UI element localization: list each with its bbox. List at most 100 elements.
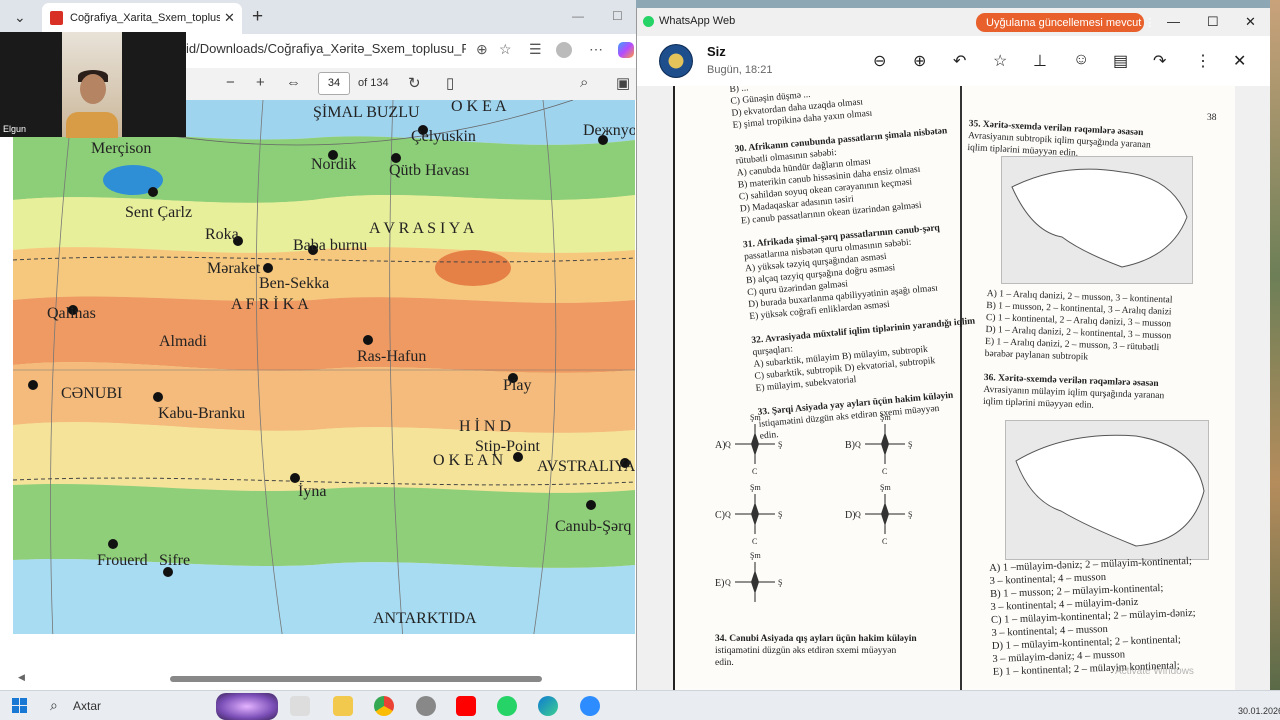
favorites-list-icon[interactable]: ☰ xyxy=(529,41,542,58)
map-label: Canub-Şərq xyxy=(555,518,632,535)
wind-rose-option: E)ŞmQŞC xyxy=(715,551,782,602)
avatar[interactable] xyxy=(659,44,693,78)
forward-icon[interactable]: ↷ xyxy=(1153,51,1166,71)
map-label: İyna xyxy=(298,483,327,500)
whatsapp-titlebar: WhatsApp Web Uyğulama güncellemesi mevcu… xyxy=(637,8,1270,36)
copilot-icon[interactable] xyxy=(618,42,634,58)
scroll-left-arrow-icon[interactable]: ◀ xyxy=(18,672,25,683)
more-menu-icon[interactable]: ⋯ xyxy=(589,41,603,58)
wind-arrow xyxy=(751,432,759,456)
eurasia-outline-map-2 xyxy=(1005,420,1209,560)
obs-icon[interactable] xyxy=(416,696,436,716)
more-menu-icon[interactable]: ⋮ xyxy=(1195,51,1211,71)
map-label: AVSTRALIYA xyxy=(537,458,635,475)
task-view-icon[interactable] xyxy=(290,696,310,716)
maximize-icon[interactable]: ☐ xyxy=(1207,14,1219,30)
answers-36: A) 1 –mülayim-dəniz; 2 – mülayim-kontine… xyxy=(989,555,1198,679)
page-view-icon[interactable]: ▯ xyxy=(446,74,454,92)
profile-avatar-icon[interactable] xyxy=(556,42,572,58)
widgets-icon[interactable] xyxy=(216,693,278,720)
tab-pdf[interactable]: Coğrafiya_Xarita_Sxem_toplusu_Fatim ✕ xyxy=(42,3,242,34)
compass-west: Q xyxy=(855,510,861,519)
photo-of-textbook-page: B) ... C) Günəşin düşmə ... D) ekvatordan … xyxy=(673,86,1235,690)
update-label: Uyğulama güncellemesi mevcut xyxy=(986,17,1142,29)
windows-start-icon[interactable] xyxy=(12,698,27,713)
whatsapp-logo-icon xyxy=(643,16,654,27)
minimize-icon[interactable]: — xyxy=(1167,14,1180,29)
map-label: Almadi xyxy=(159,333,207,350)
option-letter: E) xyxy=(715,578,724,589)
pin-icon[interactable]: ⊥ xyxy=(1033,51,1047,71)
taskbar-search[interactable]: ⌕ Axtar xyxy=(42,695,202,717)
text-line: 34. Cənubi Asiyada qış ayları üçün hakim… xyxy=(715,634,917,644)
compass-south: C xyxy=(882,537,887,546)
save-icon[interactable]: ▣ xyxy=(616,74,630,92)
update-button[interactable]: Uyğulama güncellemesi mevcut ⋮ xyxy=(976,13,1155,32)
map-label: Merçison xyxy=(91,140,152,157)
search-icon: ⌕ xyxy=(50,697,58,713)
map-label: Çelyuskin xyxy=(411,128,476,145)
zoom-in-icon[interactable]: + xyxy=(256,74,265,91)
tab-list-chevron-icon[interactable]: ⌄ xyxy=(14,9,38,27)
wind-arrow xyxy=(751,570,759,594)
taskbar: ⌕ Axtar 30.01.2026 xyxy=(0,690,1280,720)
wind-arrow xyxy=(881,432,889,456)
map-label: Baba burnu xyxy=(293,237,368,254)
map-label: Qütb Havası xyxy=(389,162,470,179)
desktop-background xyxy=(1270,0,1280,690)
react-emoji-icon[interactable]: ☺ xyxy=(1073,51,1089,69)
tab-bar: ⌄ Coğrafiya_Xarita_Sxem_toplusu_Fatim ✕ … xyxy=(0,0,636,34)
file-explorer-icon[interactable] xyxy=(333,696,353,716)
new-tab-plus-icon[interactable]: + xyxy=(252,6,263,28)
wind-rose-options: A)ŞmQŞCB)ŞmQŞCC)ŞmQŞCD)ŞmQŞCE)ŞmQŞC xyxy=(715,414,912,602)
reply-icon[interactable]: ↶ xyxy=(953,51,966,71)
page-number-input[interactable]: 34 xyxy=(318,72,350,95)
map-label: Ben-Sekka xyxy=(259,275,330,292)
fit-page-icon[interactable]: ⇔ xyxy=(286,74,301,91)
map-label: H İ N D xyxy=(459,418,511,435)
compass-south: C xyxy=(752,467,757,476)
zoom-out-icon[interactable]: ⊖ xyxy=(873,51,886,71)
climate-map: ŞİMAL BUZLU O K E A Çelyuskin Deжnyov Me… xyxy=(13,100,635,640)
zoom-in-icon[interactable]: ⊕ xyxy=(913,51,926,71)
map-label: A F R İ K A xyxy=(231,296,309,313)
map-label: Frouerd xyxy=(97,552,148,569)
compass-north: Şm xyxy=(880,414,891,422)
option-letter: A) xyxy=(715,440,726,451)
map-label: O K E A xyxy=(451,100,507,115)
map-label: Piay xyxy=(503,377,532,394)
compass-east: Ş xyxy=(908,510,912,519)
youtube-icon[interactable] xyxy=(456,696,476,716)
zoom-out-icon[interactable]: − xyxy=(226,74,235,91)
question-34: 34. Cənubi Asiyada qış ayları üçün hakim… xyxy=(715,633,917,669)
close-viewer-icon[interactable]: ✕ xyxy=(1233,51,1246,71)
compass-north: Şm xyxy=(750,414,761,422)
search-icon[interactable]: ⌕ xyxy=(580,74,588,91)
maximize-icon[interactable]: ☐ xyxy=(612,9,623,23)
edge-icon[interactable] xyxy=(538,696,558,716)
map-label: Ras-Hafun xyxy=(357,348,427,365)
compass-north: Şm xyxy=(750,483,761,492)
address-bar[interactable]: id/Downloads/Coğrafiya_Xəritə_Sxem_toplu… xyxy=(186,36,636,66)
pdf-icon xyxy=(50,11,63,25)
tab-close-icon[interactable]: ✕ xyxy=(224,10,235,26)
answers-35-and-question-36: A) 1 – Aralıq dənizi, 2 – musson, 3 – ko… xyxy=(983,288,1173,414)
compass-west: Q xyxy=(725,578,731,587)
close-icon[interactable]: ✕ xyxy=(1245,14,1256,30)
star-icon[interactable]: ☆ xyxy=(993,51,1007,71)
map-label: Məraket xyxy=(207,260,261,277)
delete-icon[interactable]: ▤ xyxy=(1113,51,1128,71)
chrome-icon[interactable] xyxy=(374,696,394,716)
map-label: Qalinas xyxy=(47,305,96,322)
eurasia-outline-map-1 xyxy=(1001,156,1193,284)
pdf-toolbar: − + ⇔ 34 of 134 ↻ ▯ ⌕ ▣ xyxy=(186,68,636,100)
whatsapp-icon[interactable] xyxy=(497,696,517,716)
zoom-icon[interactable] xyxy=(580,696,600,716)
zoom-icon[interactable]: ⊕ xyxy=(476,41,488,58)
minimize-icon[interactable]: — xyxy=(572,9,584,23)
horizontal-scrollbar[interactable] xyxy=(170,676,542,682)
rotate-icon[interactable]: ↻ xyxy=(408,74,421,92)
favorite-star-icon[interactable]: ☆ xyxy=(499,41,512,58)
compass-east: Ş xyxy=(778,510,782,519)
app-title: WhatsApp Web xyxy=(659,15,736,27)
